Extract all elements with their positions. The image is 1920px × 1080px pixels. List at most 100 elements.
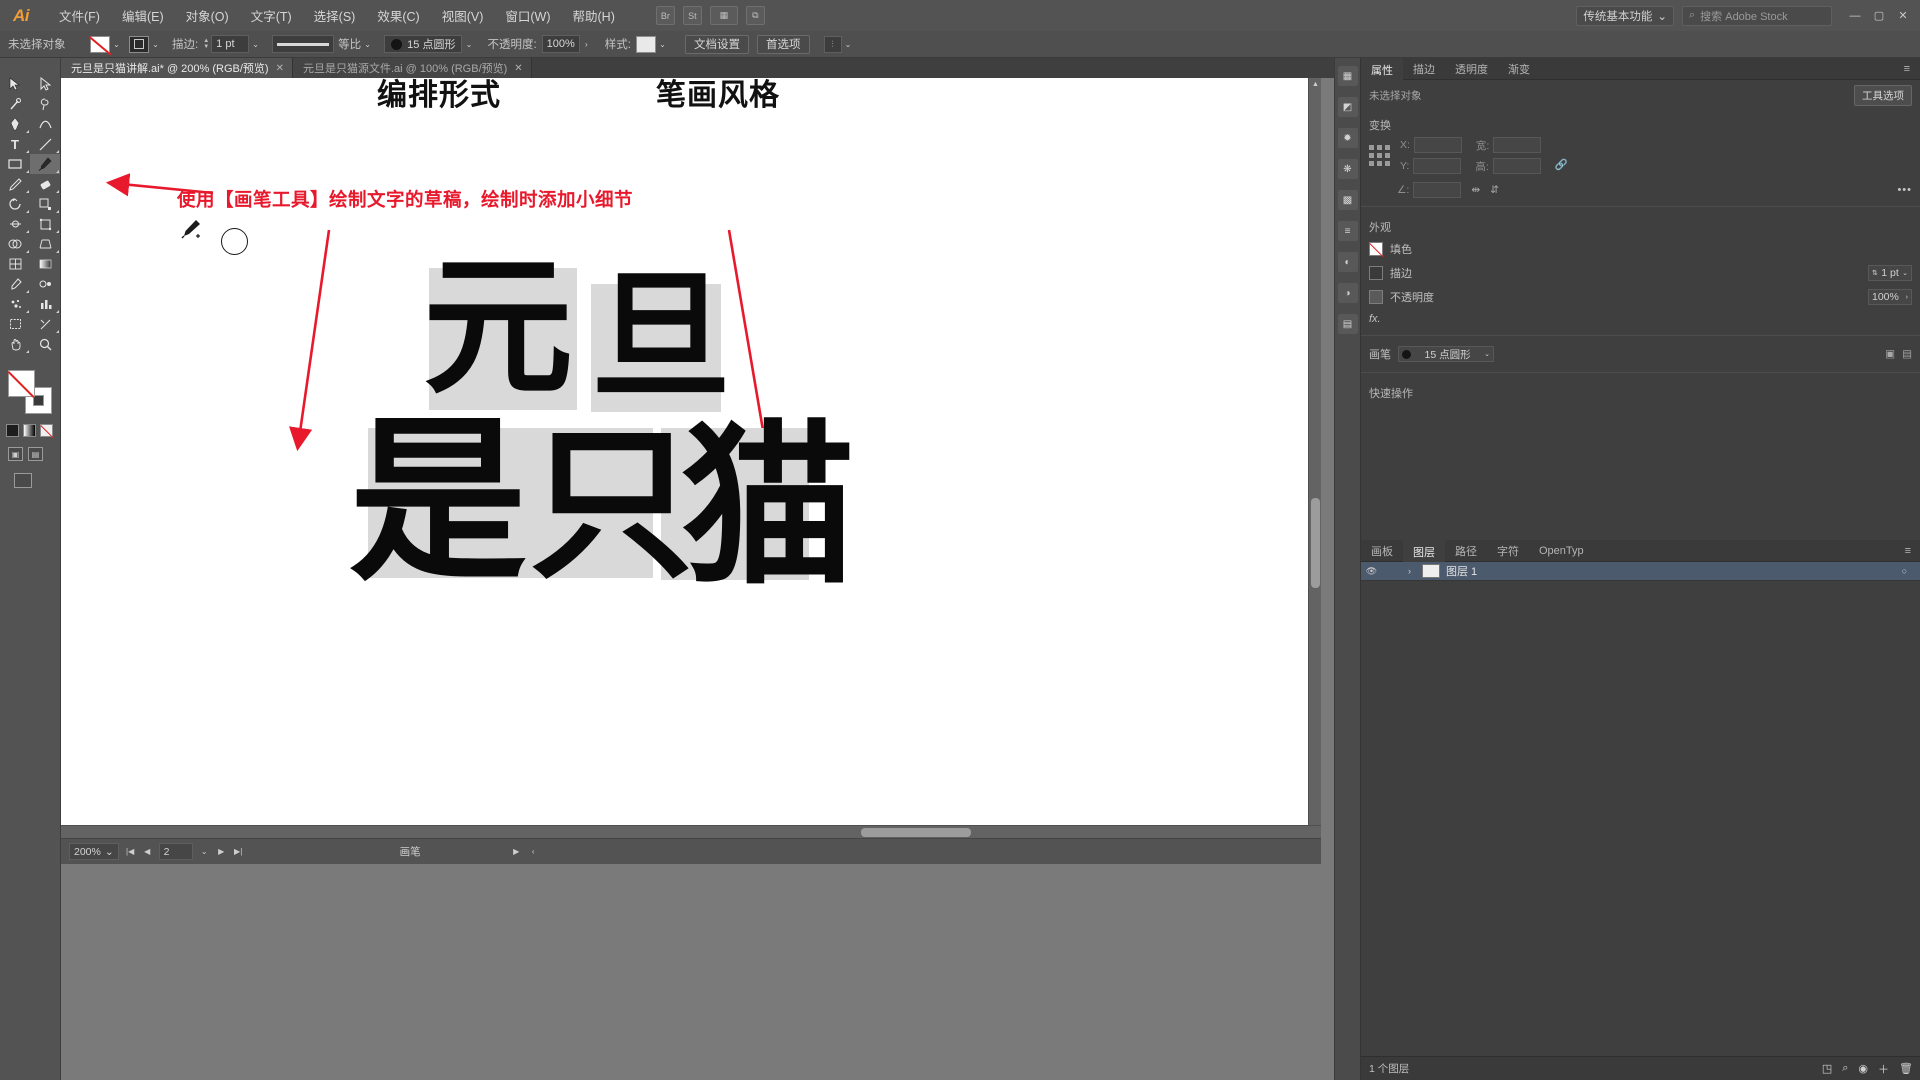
eraser-tool[interactable] bbox=[30, 174, 60, 194]
create-layer-icon[interactable]: ＋ bbox=[1878, 1061, 1889, 1077]
menu-object[interactable]: 对象(O) bbox=[175, 3, 240, 28]
pen-tool[interactable] bbox=[0, 114, 30, 134]
layer-target-icon[interactable]: ○ bbox=[1898, 566, 1911, 576]
tab-stroke[interactable]: 描边 bbox=[1403, 58, 1445, 80]
stroke-stepper-icon[interactable]: ⇅ bbox=[1872, 269, 1878, 277]
brush-chevron-down-icon[interactable]: ⌄ bbox=[462, 36, 475, 53]
next-artboard-icon[interactable]: ▶ bbox=[216, 843, 227, 860]
gradient-panel-icon[interactable]: ◑ bbox=[1337, 283, 1358, 303]
none-button[interactable] bbox=[40, 424, 53, 437]
rectangle-tool[interactable] bbox=[0, 154, 30, 174]
artboard-canvas[interactable]: 编排形式 笔画风格 使用【画笔工具】绘制文字的草稿，绘制时添加小细节 元 旦 是… bbox=[61, 78, 1321, 864]
tool-options-button[interactable]: 工具选项 bbox=[1854, 85, 1912, 106]
flip-horizontal-icon[interactable]: ⇹ bbox=[1471, 184, 1480, 196]
previous-artboard-icon[interactable]: ◀ bbox=[142, 843, 153, 860]
search-adobe-stock[interactable]: ⌕ 搜索 Adobe Stock bbox=[1682, 5, 1832, 26]
artboard-chevron-down-icon[interactable]: ⌄ bbox=[199, 843, 210, 860]
libraries-panel-icon[interactable]: ▤ bbox=[1337, 314, 1358, 334]
column-graph-tool[interactable] bbox=[30, 294, 60, 314]
brushes-panel-icon[interactable]: ✹ bbox=[1337, 128, 1358, 148]
close-icon[interactable]: ✕ bbox=[276, 63, 284, 74]
bridge-icon[interactable]: Br bbox=[655, 6, 675, 25]
opacity-value[interactable]: 100% › bbox=[1868, 289, 1912, 305]
layer-name[interactable]: 图层 1 bbox=[1446, 563, 1477, 579]
tab-layers[interactable]: 图层 bbox=[1403, 539, 1445, 562]
type-tool[interactable]: T bbox=[0, 134, 30, 154]
expand-chevron-icon[interactable]: › bbox=[1403, 566, 1416, 576]
stroke-stepper[interactable]: ▲ ▼ bbox=[203, 38, 209, 50]
arrange-documents-icon[interactable]: ▦ bbox=[709, 6, 738, 25]
lock-proportions-icon[interactable]: 🔗 bbox=[1555, 158, 1568, 174]
stroke-weight-input[interactable]: 1 pt bbox=[211, 35, 250, 53]
vertical-scrollbar[interactable]: ▲ ▼ bbox=[1308, 78, 1321, 864]
color-button[interactable] bbox=[6, 424, 19, 437]
maximize-button[interactable]: ▢ bbox=[1868, 6, 1890, 26]
tab-artboards[interactable]: 画板 bbox=[1361, 540, 1403, 562]
angle-input[interactable] bbox=[1413, 182, 1462, 198]
symbol-sprayer-tool[interactable] bbox=[0, 294, 30, 314]
menu-window[interactable]: 窗口(W) bbox=[494, 3, 561, 28]
menu-type[interactable]: 文字(T) bbox=[240, 3, 303, 28]
document-tab-active[interactable]: 元旦是只猫讲解.ai* @ 200% (RGB/预览) ✕ bbox=[61, 58, 293, 78]
transform-y[interactable]: Y: bbox=[1400, 158, 1462, 174]
preferences-button[interactable]: 首选项 bbox=[757, 34, 810, 54]
transform-more-options[interactable]: ••• bbox=[1897, 184, 1912, 196]
rotate-field[interactable]: ∠: bbox=[1397, 182, 1462, 198]
artwork-character[interactable]: 只 bbox=[529, 423, 694, 588]
stroke-profile-preview[interactable] bbox=[272, 35, 335, 53]
fill-color-swatch[interactable] bbox=[90, 35, 110, 53]
first-artboard-icon[interactable]: |◀ bbox=[125, 843, 136, 860]
stroke-panel-icon[interactable]: ≡ bbox=[1337, 221, 1358, 241]
brush-libraries-icon[interactable]: ▤ bbox=[1902, 348, 1912, 360]
stroke-color-swatch[interactable] bbox=[129, 35, 149, 53]
transform-h[interactable]: 高: bbox=[1475, 158, 1541, 174]
shaper-tool[interactable] bbox=[0, 174, 30, 194]
horizontal-scroll-thumb[interactable] bbox=[861, 828, 971, 837]
rotate-tool[interactable] bbox=[0, 194, 30, 214]
layer-row[interactable]: 👁 › 图层 1 ○ bbox=[1361, 562, 1920, 581]
menu-effect[interactable]: 效果(C) bbox=[366, 3, 430, 28]
last-artboard-icon[interactable]: ▶| bbox=[233, 843, 244, 860]
draw-normal-icon[interactable]: ▣ bbox=[8, 447, 23, 461]
opacity-input[interactable]: 100% bbox=[541, 35, 580, 53]
zoom-tool[interactable] bbox=[30, 334, 60, 354]
zoom-level-selector[interactable]: 200% ⌄ bbox=[69, 843, 119, 860]
vertical-scroll-thumb[interactable] bbox=[1311, 498, 1320, 588]
blend-tool[interactable] bbox=[30, 274, 60, 294]
eye-icon[interactable]: 👁 bbox=[1365, 566, 1378, 577]
screen-mode-button[interactable] bbox=[14, 473, 32, 488]
minimize-button[interactable]: — bbox=[1844, 6, 1866, 26]
artboard-number-input[interactable]: 2 bbox=[158, 843, 193, 860]
symbols-panel-icon[interactable]: ❋ bbox=[1337, 159, 1358, 179]
color-panel-icon[interactable]: ▦ bbox=[1337, 66, 1358, 86]
hand-tool[interactable] bbox=[0, 334, 30, 354]
chevron-right-icon[interactable]: › bbox=[1906, 294, 1908, 301]
gradient-button[interactable] bbox=[23, 424, 36, 437]
h-input[interactable] bbox=[1492, 158, 1541, 174]
transform-x[interactable]: X: bbox=[1400, 137, 1462, 153]
curvature-tool[interactable] bbox=[30, 114, 60, 134]
brush-definition-selector[interactable]: 15 点圆形 bbox=[384, 35, 463, 53]
close-button[interactable]: ✕ bbox=[1892, 6, 1914, 26]
menu-view[interactable]: 视图(V) bbox=[431, 3, 495, 28]
lasso-tool[interactable] bbox=[30, 94, 60, 114]
artwork-character[interactable]: 是 bbox=[349, 413, 527, 591]
eyedropper-tool[interactable] bbox=[0, 274, 30, 294]
status-chevron-icon[interactable]: ‹ bbox=[528, 843, 539, 860]
color-guide-icon[interactable]: ◩ bbox=[1337, 97, 1358, 117]
artwork-character[interactable]: 元 bbox=[423, 253, 573, 403]
chevron-down-icon[interactable]: ⌄ bbox=[1902, 269, 1908, 277]
brush-selector[interactable]: 15 点圆形 ⌄ bbox=[1398, 346, 1494, 362]
workspace-switcher[interactable]: 传统基本功能 ⌄ bbox=[1576, 5, 1674, 26]
panel-menu-icon[interactable]: ≡ bbox=[1895, 540, 1920, 562]
scroll-up-icon[interactable]: ▲ bbox=[1309, 78, 1322, 91]
stock-icon[interactable]: St bbox=[682, 6, 702, 25]
w-input[interactable] bbox=[1493, 137, 1542, 153]
align-chevron-down-icon[interactable]: ⌄ bbox=[842, 36, 855, 53]
locate-object-icon[interactable]: ◳ bbox=[1822, 1062, 1832, 1075]
stroke-weight-chevron-down-icon[interactable]: ⌄ bbox=[249, 36, 262, 53]
swatches-panel-icon[interactable]: ▩ bbox=[1337, 190, 1358, 210]
fill-color-box[interactable] bbox=[8, 370, 35, 397]
selection-tool[interactable] bbox=[0, 74, 30, 94]
document-setup-button[interactable]: 文档设置 bbox=[685, 34, 749, 54]
